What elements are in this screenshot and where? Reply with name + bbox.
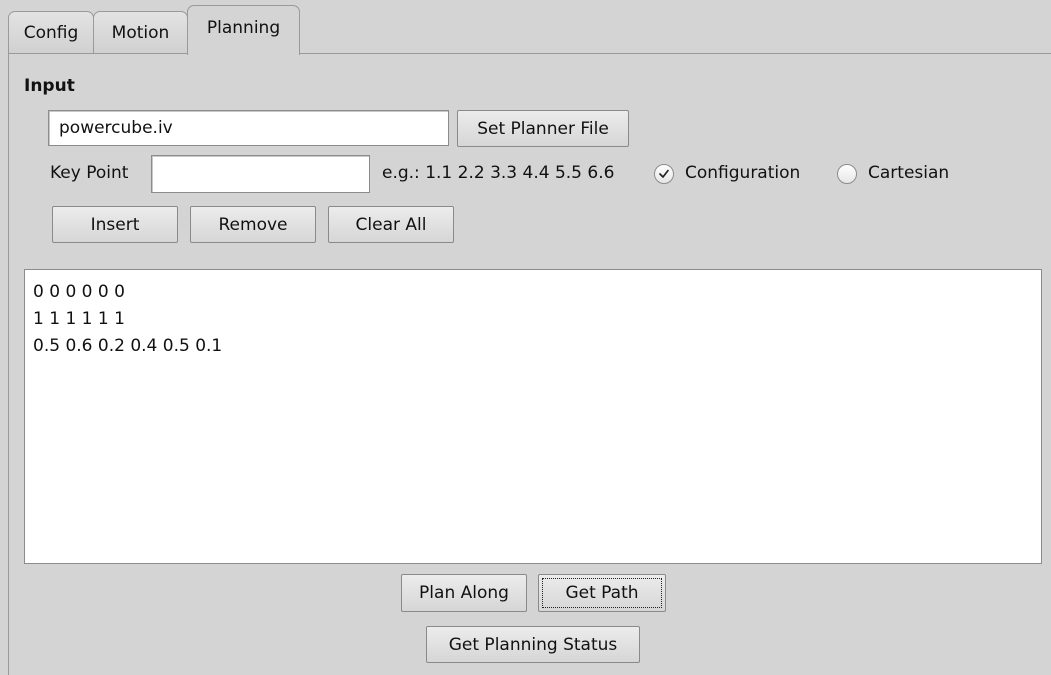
set-planner-file-button[interactable]: Set Planner File xyxy=(457,110,629,147)
radio-cartesian-label: Cartesian xyxy=(868,163,950,183)
tab-config[interactable]: Config xyxy=(8,11,94,54)
get-path-label: Get Path xyxy=(565,583,639,603)
tab-motion-label: Motion xyxy=(111,23,170,43)
radio-configuration[interactable] xyxy=(654,164,674,184)
get-path-button[interactable]: Get Path xyxy=(538,574,666,612)
key-point-input[interactable] xyxy=(151,155,370,193)
input-section-label: Input xyxy=(24,76,75,96)
point-line: 1 1 1 1 1 1 xyxy=(33,309,125,329)
get-planning-status-label: Get Planning Status xyxy=(448,634,618,655)
example-hint: e.g.: 1.1 2.2 3.3 4.4 5.5 6.6 xyxy=(382,163,615,183)
tab-bar-divider xyxy=(8,53,1051,54)
tab-config-label: Config xyxy=(23,23,79,43)
insert-label: Insert xyxy=(90,214,140,235)
set-planner-file-label: Set Planner File xyxy=(477,118,609,139)
tab-motion[interactable]: Motion xyxy=(93,11,188,54)
key-point-label: Key Point xyxy=(50,163,129,183)
plan-along-label: Plan Along xyxy=(419,583,509,603)
clear-all-button[interactable]: Clear All xyxy=(328,206,454,243)
insert-button[interactable]: Insert xyxy=(52,206,178,243)
points-textarea[interactable]: 0 0 0 0 0 0 1 1 1 1 1 1 0.5 0.6 0.2 0.4 … xyxy=(24,269,1042,564)
point-line: 0 0 0 0 0 0 xyxy=(33,282,125,302)
planner-file-value: powercube.iv xyxy=(59,118,173,138)
radio-cartesian[interactable] xyxy=(837,164,857,184)
panel-border xyxy=(8,53,9,675)
plan-along-button[interactable]: Plan Along xyxy=(401,574,527,612)
remove-button[interactable]: Remove xyxy=(190,206,316,243)
get-planning-status-button[interactable]: Get Planning Status xyxy=(426,626,640,663)
radio-configuration-label: Configuration xyxy=(685,163,801,183)
planner-file-input[interactable]: powercube.iv xyxy=(48,110,449,146)
tab-planning-label: Planning xyxy=(206,17,281,38)
point-line: 0.5 0.6 0.2 0.4 0.5 0.1 xyxy=(33,336,223,356)
tab-planning[interactable]: Planning xyxy=(187,5,300,55)
remove-label: Remove xyxy=(218,214,288,235)
checkmark-icon xyxy=(659,169,669,178)
clear-all-label: Clear All xyxy=(355,214,427,235)
